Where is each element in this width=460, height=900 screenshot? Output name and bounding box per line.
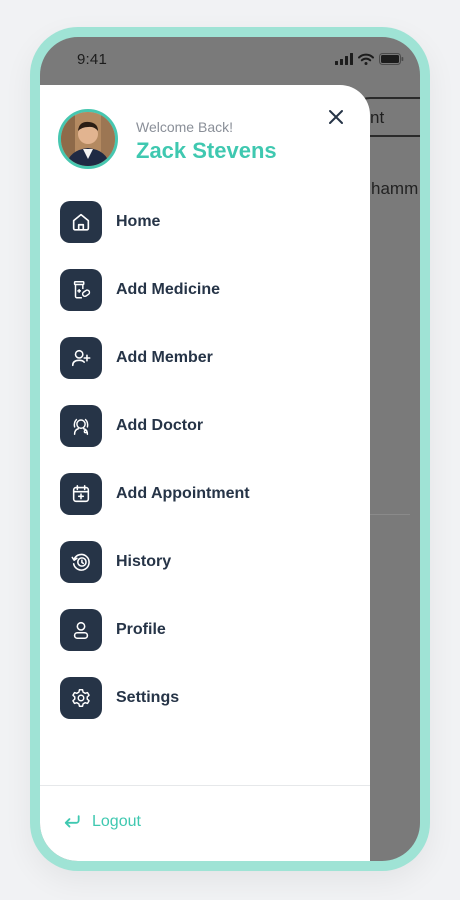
drawer-divider — [40, 785, 370, 786]
menu-item-add-appointment[interactable]: Add Appointment — [60, 473, 340, 517]
menu-item-settings[interactable]: Settings — [60, 677, 340, 721]
menu-item-label: Home — [116, 213, 161, 230]
add-member-icon — [60, 337, 102, 379]
background-text: hamm — [371, 179, 419, 198]
menu-item-add-doctor[interactable]: Add Doctor — [60, 405, 340, 449]
user-name: Zack Stevens — [136, 138, 277, 163]
status-time: 9:41 — [77, 51, 107, 68]
status-bar: 9:41 — [40, 37, 420, 85]
avatar — [58, 109, 118, 169]
calendar-plus-icon — [60, 473, 102, 515]
logout-label: Logout — [92, 813, 141, 830]
menu-item-profile[interactable]: Profile — [60, 609, 340, 653]
menu-item-home[interactable]: Home — [60, 201, 340, 245]
menu-item-label: Add Medicine — [116, 281, 221, 298]
background-pill-label: nt — [370, 108, 385, 127]
navigation-drawer: Welcome Back! Zack Stevens Home Add Medi… — [40, 85, 370, 861]
wifi-icon — [358, 53, 374, 65]
menu-item-add-medicine[interactable]: Add Medicine — [60, 269, 340, 313]
gear-icon — [60, 677, 102, 719]
battery-icon — [379, 53, 404, 65]
close-icon[interactable] — [326, 107, 346, 127]
menu-item-add-member[interactable]: Add Member — [60, 337, 340, 381]
menu-item-label: History — [116, 553, 172, 570]
menu-item-label: Add Appointment — [116, 485, 250, 502]
menu-item-label: Add Member — [116, 349, 213, 366]
home-icon — [60, 201, 102, 243]
menu-item-label: Settings — [116, 689, 180, 706]
status-icons — [335, 53, 404, 65]
medicine-icon — [60, 269, 102, 311]
background-divider — [370, 514, 410, 515]
welcome-text: Welcome Back! — [136, 119, 233, 135]
menu-item-history[interactable]: History — [60, 541, 340, 585]
logout-icon — [64, 815, 80, 828]
menu-item-label: Profile — [116, 621, 166, 638]
doctor-icon — [60, 405, 102, 447]
profile-icon — [60, 609, 102, 651]
avatar-image — [61, 112, 115, 166]
drawer-menu: Home Add Medicine Add Member Add Doctor … — [60, 201, 340, 745]
phone-screen: 9:41 nt hamm Welcome Back! Zack Stevens … — [40, 37, 420, 861]
phone-frame: 9:41 nt hamm Welcome Back! Zack Stevens … — [30, 27, 430, 871]
signal-icon — [335, 53, 353, 65]
history-icon — [60, 541, 102, 583]
menu-item-label: Add Doctor — [116, 417, 204, 434]
